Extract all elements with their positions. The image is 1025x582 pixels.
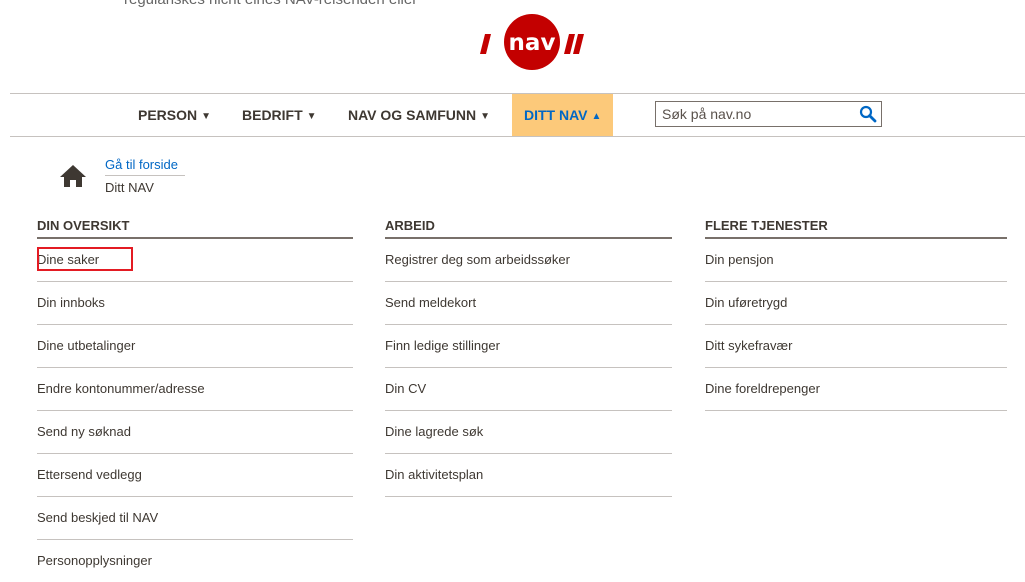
nav-nav-og-samfunn-label: NAV OG SAMFUNN <box>348 107 477 123</box>
nav-nav-og-samfunn[interactable]: NAV OG SAMFUNN ▼ <box>348 94 490 136</box>
caret-up-icon: ▲ <box>591 111 602 122</box>
column-heading: DIN OVERSIKT <box>37 218 353 239</box>
link-registrer-arbeidssoker[interactable]: Registrer deg som arbeidssøker <box>385 239 672 282</box>
nav-bedrift-label: BEDRIFT <box>242 107 303 123</box>
caret-down-icon: ▼ <box>201 111 212 122</box>
link-din-uforetrygd[interactable]: Din uføretrygd <box>705 282 1007 325</box>
link-dine-foreldrepenger[interactable]: Dine foreldrepenger <box>705 368 1007 411</box>
link-personopplysninger[interactable]: Personopplysninger <box>37 540 353 582</box>
search-icon[interactable] <box>859 105 877 123</box>
link-din-pensjon[interactable]: Din pensjon <box>705 239 1007 282</box>
link-finn-ledige-stillinger[interactable]: Finn ledige stillinger <box>385 325 672 368</box>
truncated-top-text: regulariskes nicht eines NAV-reisenden e… <box>124 0 417 8</box>
caret-down-icon: ▼ <box>480 111 490 122</box>
column-heading: FLERE TJENESTER <box>705 218 1007 239</box>
nav-person-label: PERSON <box>138 107 198 123</box>
link-endre-kontonummer[interactable]: Endre kontonummer/adresse <box>37 368 353 411</box>
link-din-aktivitetsplan[interactable]: Din aktivitetsplan <box>385 454 672 497</box>
highlight-box <box>37 247 133 271</box>
link-din-innboks[interactable]: Din innboks <box>37 282 353 325</box>
search-input[interactable] <box>662 103 858 125</box>
column-arbeid: ARBEID Registrer deg som arbeidssøker Se… <box>385 218 672 497</box>
nav-person[interactable]: PERSON ▼ <box>138 94 211 136</box>
breadcrumb-divider <box>105 175 185 176</box>
link-send-ny-soknad[interactable]: Send ny søknad <box>37 411 353 454</box>
logo-text: nav <box>509 30 556 56</box>
link-send-meldekort[interactable]: Send meldekort <box>385 282 672 325</box>
home-icon[interactable] <box>60 164 86 188</box>
link-ditt-sykefravaer[interactable]: Ditt sykefravær <box>705 325 1007 368</box>
link-send-beskjed[interactable]: Send beskjed til NAV <box>37 497 353 540</box>
breadcrumb-current: Ditt NAV <box>105 180 154 195</box>
nav-logo[interactable]: nav <box>476 14 588 70</box>
search-box <box>655 101 882 127</box>
caret-down-icon: ▼ <box>306 111 317 122</box>
link-din-cv[interactable]: Din CV <box>385 368 672 411</box>
column-din-oversikt: DIN OVERSIKT Dine saker Din innboks Dine… <box>37 218 353 582</box>
column-heading: ARBEID <box>385 218 672 239</box>
nav-bedrift[interactable]: BEDRIFT ▼ <box>242 94 317 136</box>
link-dine-utbetalinger[interactable]: Dine utbetalinger <box>37 325 353 368</box>
link-ettersend-vedlegg[interactable]: Ettersend vedlegg <box>37 454 353 497</box>
link-dine-lagrede-sok[interactable]: Dine lagrede søk <box>385 411 672 454</box>
main-navigation: PERSON ▼ BEDRIFT ▼ NAV OG SAMFUNN ▼ DITT NA… <box>10 93 1025 137</box>
column-flere-tjenester: FLERE TJENESTER Din pensjon Din uføretry… <box>705 218 1007 411</box>
nav-ditt-nav-label: DITT NAV <box>524 107 588 123</box>
nav-ditt-nav[interactable]: DITT NAV ▲ <box>512 94 614 136</box>
breadcrumb-home-link[interactable]: Gå til forside <box>105 157 178 172</box>
